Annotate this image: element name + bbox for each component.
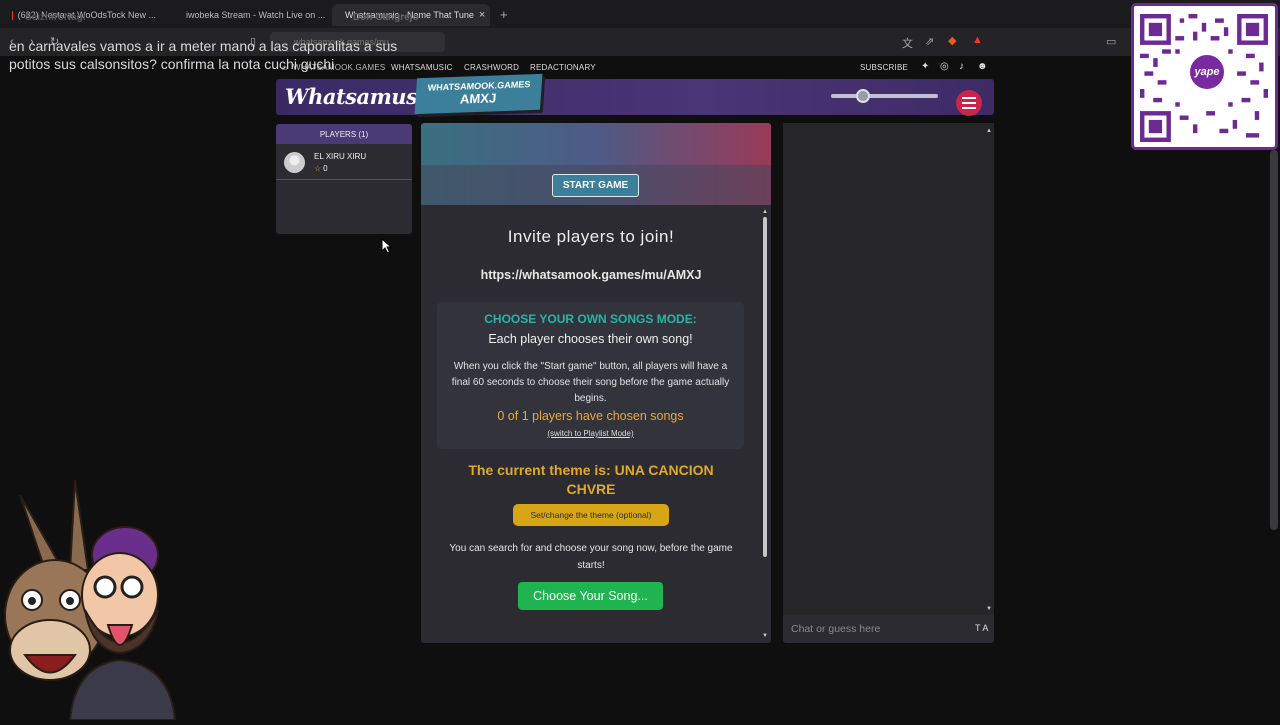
overlay-name-right: Don Cangrejo — [353, 12, 419, 23]
star-icon: ☆ — [314, 164, 322, 173]
scroll-down-icon[interactable]: ▼ — [762, 633, 768, 639]
browser-tab-kick[interactable]: iwobeka Stream - Watch Live on ... — [168, 4, 328, 26]
invite-title: Invite players to join! — [507, 227, 675, 246]
switch-mode-link[interactable]: (switch to Playlist Mode) — [437, 429, 744, 438]
game-header: Whatsamusic WHATSAMOOK.GAMES AMXJ — [276, 73, 994, 116]
volume-slider-handle[interactable] — [856, 89, 870, 103]
brave-shield-icon[interactable]: ◆ — [948, 34, 956, 47]
mouse-cursor-icon — [381, 238, 393, 254]
streamer-cartoon-overlay — [0, 475, 190, 721]
invite-url[interactable]: https://whatsamook.games/mu/AMXJ — [421, 268, 761, 282]
players-title: PLAYERS (1) — [276, 124, 412, 144]
main-scrollbar-thumb[interactable] — [763, 217, 767, 557]
chat-log — [783, 123, 994, 615]
search-note: You can search for and choose your song … — [449, 543, 733, 571]
close-tab-icon[interactable]: × — [479, 9, 485, 21]
chat-font-toggle[interactable]: T A — [975, 623, 988, 633]
nav-link-redactionary[interactable]: REDACTIONARY — [530, 63, 596, 72]
translate-icon[interactable]: 文 — [902, 35, 913, 51]
chat-scrollbar[interactable]: ▲ ▼ — [986, 128, 992, 612]
discord-icon[interactable]: ☻ — [977, 61, 988, 72]
scroll-up-icon[interactable]: ▲ — [986, 128, 992, 134]
nav-link-crashword[interactable]: CRASHWORD — [464, 63, 519, 72]
youtube-icon — [12, 10, 13, 20]
tab-label: iwobeka Stream - Watch Live on ... — [186, 10, 326, 20]
brave-rewards-icon[interactable]: ▲ — [972, 34, 983, 46]
player-score-value: 0 — [323, 164, 328, 173]
mode-description: When you click the "Start game" button, … — [451, 361, 730, 404]
page-scrollbar[interactable] — [1270, 150, 1278, 530]
scroll-down-icon[interactable]: ▼ — [986, 606, 992, 612]
mode-title: CHOOSE YOUR OWN SONGS MODE: — [484, 312, 697, 326]
main-scrollbar[interactable]: ▲ ▼ — [762, 209, 768, 639]
share-icon[interactable]: ⇗ — [925, 35, 934, 48]
overlay-name-left: SeizhiroNagi — [25, 12, 86, 23]
instagram-icon[interactable]: ◎ — [940, 61, 949, 72]
scroll-up-icon[interactable]: ▲ — [762, 209, 768, 215]
avatar — [284, 152, 305, 173]
choose-song-button[interactable]: Choose Your Song... — [518, 582, 663, 610]
browser-tab-bar: (632) Nesta at WoOdsTock New ... iwobeka… — [0, 0, 1280, 28]
room-code-badge: WHATSAMOOK.GAMES AMXJ — [414, 73, 543, 115]
player-name: EL XIRU XIRU — [314, 152, 367, 161]
start-game-button[interactable]: START GAME — [552, 174, 639, 197]
twitter-icon[interactable]: ✦ — [921, 61, 930, 72]
tiktok-icon[interactable]: ♪ — [959, 61, 964, 72]
hamburger-menu-icon[interactable] — [956, 90, 982, 116]
player-score: ☆ 0 — [314, 164, 328, 173]
nav-subscribe-link[interactable]: SUBSCRIBE — [860, 63, 908, 72]
chat-panel: ▲ ▼ Chat or guess here T A — [783, 123, 994, 643]
players-panel: PLAYERS (1) EL XIRU XIRU ☆ 0 — [276, 124, 412, 234]
volume-slider[interactable] — [831, 94, 938, 98]
new-tab-icon[interactable]: + — [500, 7, 508, 22]
current-theme: The current theme is: UNA CANCION CHVRE — [468, 462, 714, 497]
mode-info-box: CHOOSE YOUR OWN SONGS MODE: Each player … — [437, 302, 744, 449]
chat-input[interactable]: Chat or guess here — [791, 623, 971, 635]
player-row: EL XIRU XIRU ☆ 0 — [276, 148, 412, 180]
overlay-chat-message: en carnavales vamos a ir a meter mano a … — [9, 38, 398, 72]
qr-code-overlay: yape — [1131, 3, 1278, 150]
game-main-panel: START GAME ▲ ▼ Invite players to join! h… — [421, 123, 771, 643]
set-theme-button[interactable]: Set/change the theme (optional) — [513, 504, 669, 526]
mode-subtitle: Each player chooses their own song! — [488, 332, 693, 346]
qr-badge-logo: yape — [1187, 52, 1227, 92]
sidebar-toggle-icon[interactable]: ▭ — [1106, 35, 1116, 48]
songs-chosen-count: 0 of 1 players have chosen songs — [497, 409, 684, 423]
